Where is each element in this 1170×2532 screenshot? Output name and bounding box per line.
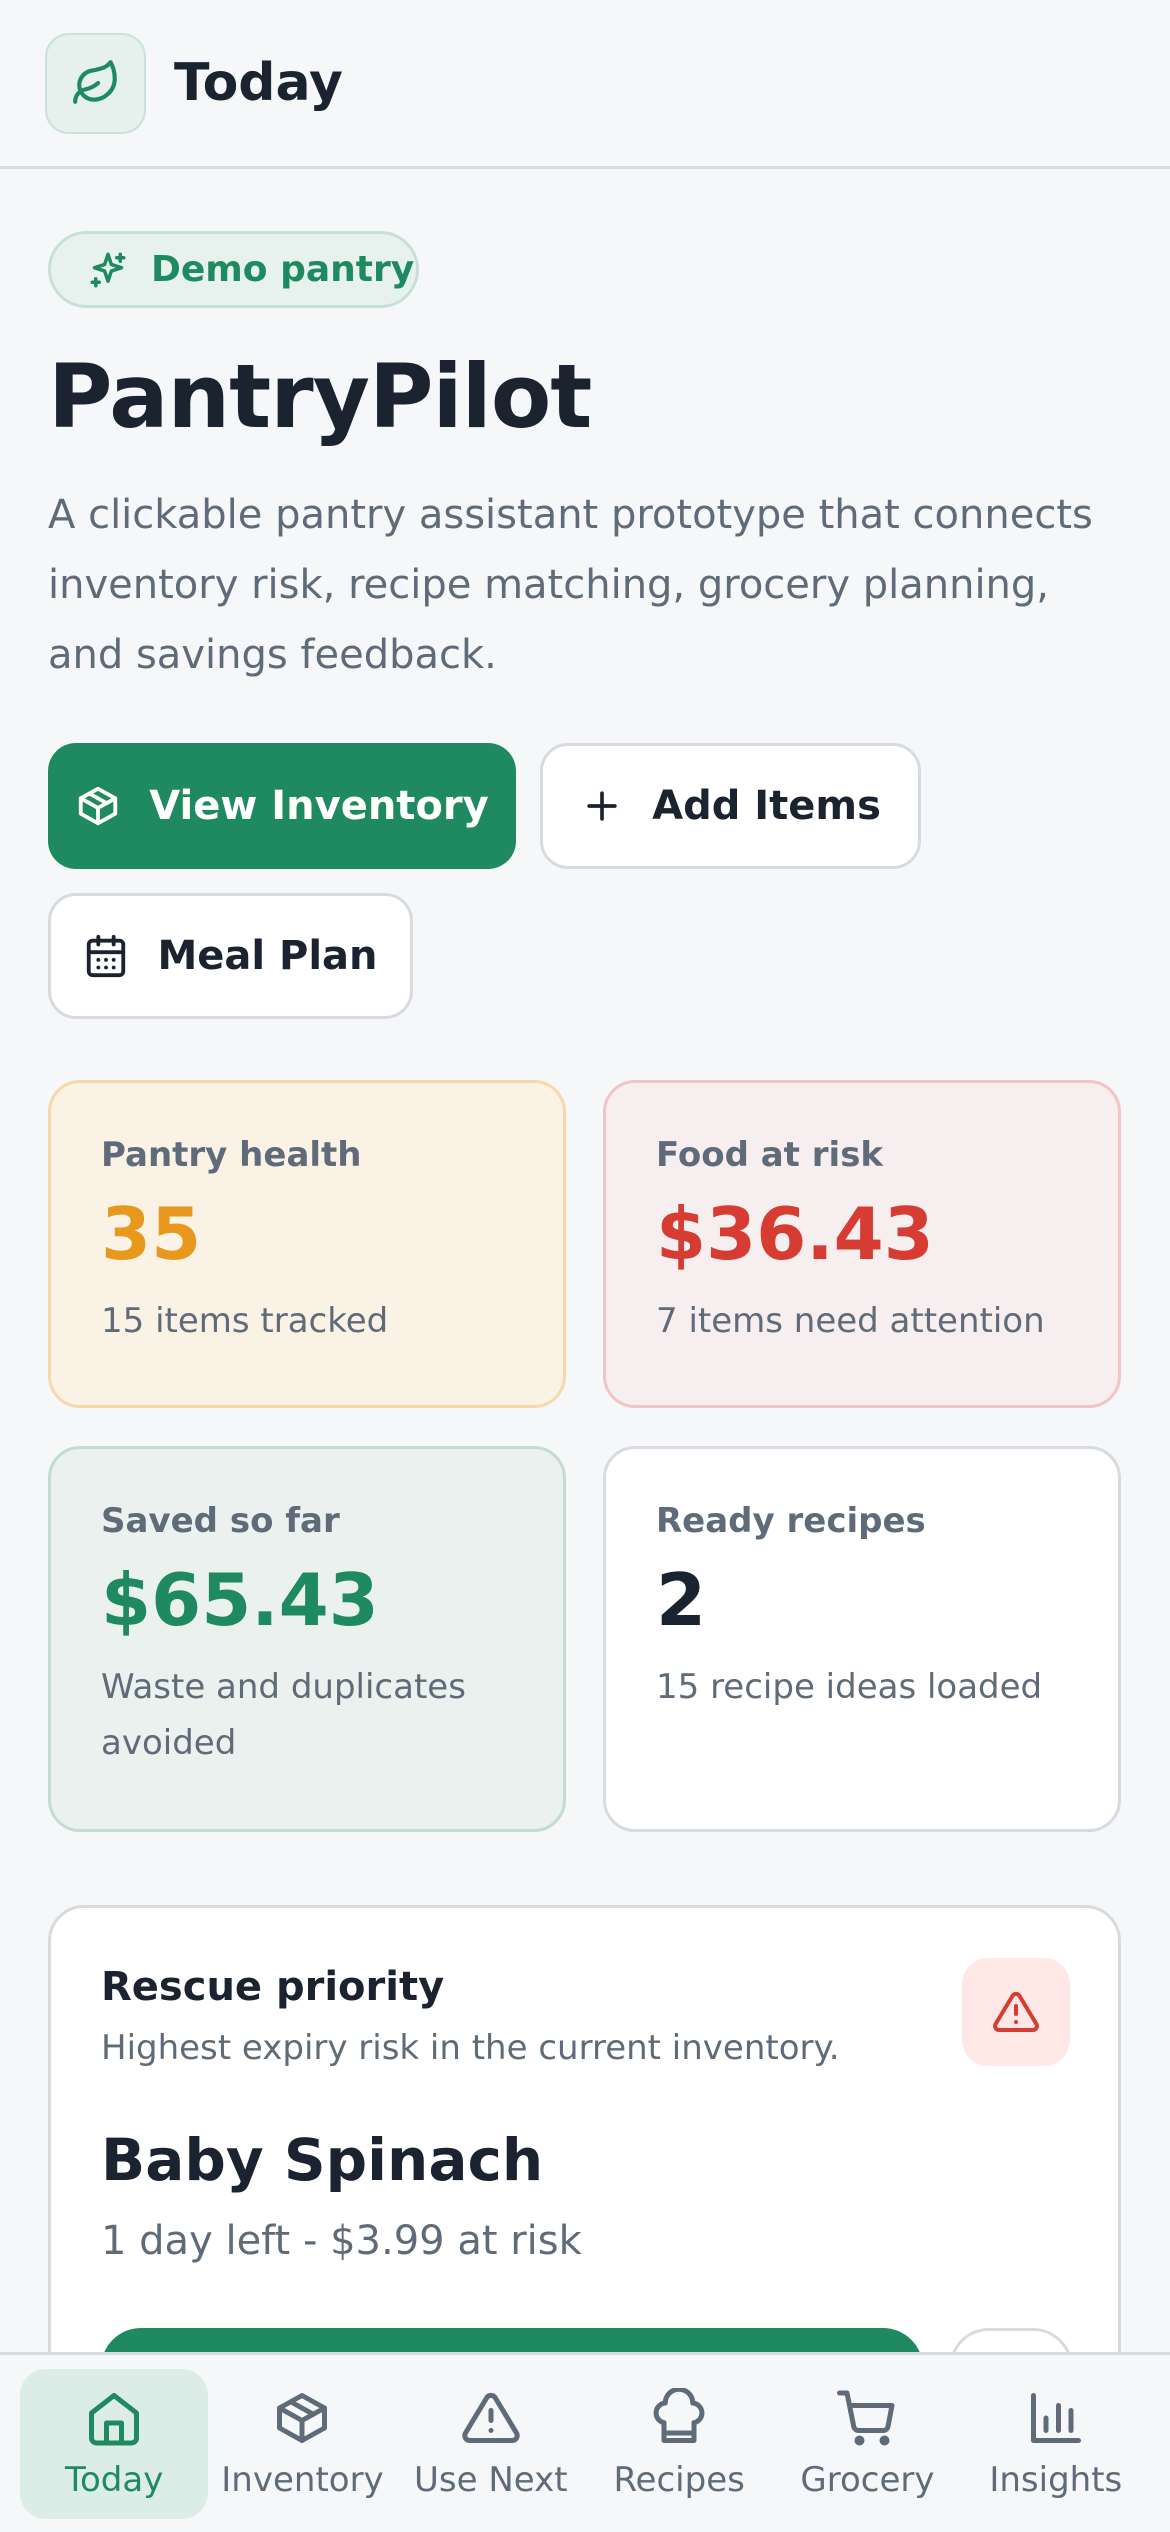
nav-label: Recipes: [613, 2459, 745, 2500]
nav-label: Grocery: [800, 2459, 935, 2500]
header-title: Today: [174, 53, 343, 113]
view-inventory-button[interactable]: View Inventory: [48, 743, 516, 869]
app-header: Today: [0, 0, 1170, 169]
sparkle-icon: [90, 252, 126, 287]
pantry-health-card[interactable]: Pantry health 35 15 items tracked: [48, 1080, 566, 1408]
nav-label: Today: [64, 2459, 164, 2500]
card-subtext: 15 recipe ideas loaded: [656, 1667, 1043, 1707]
nav-item-inventory[interactable]: Inventory: [208, 2369, 396, 2519]
card-subtext: 7 items need attention: [656, 1301, 1045, 1341]
calendar-icon: [87, 934, 126, 978]
card-label: Saved so far: [101, 1501, 340, 1541]
ready-recipes-card[interactable]: Ready recipes 2 15 recipe ideas loaded: [603, 1446, 1121, 1832]
rescue-item-meta: 1 day left - $3.99 at risk: [101, 2218, 582, 2264]
nav-label: Inventory: [221, 2459, 384, 2500]
meal-plan-label: Meal Plan: [157, 933, 378, 979]
nav-label: Insights: [989, 2459, 1123, 2500]
warning-icon: [462, 2392, 520, 2443]
tagline: A clickable pantry assistant prototype t…: [48, 492, 1093, 678]
nav-item-grocery[interactable]: Grocery: [773, 2369, 961, 2519]
card-label: Ready recipes: [656, 1501, 926, 1541]
card-subtext: 15 items tracked: [101, 1301, 389, 1341]
card-label: Food at risk: [656, 1135, 884, 1175]
chef-hat-icon: [653, 2387, 705, 2443]
bar-chart-icon: [1030, 2392, 1081, 2443]
nav-label: Use Next: [414, 2459, 568, 2500]
warning-icon: [993, 1991, 1039, 2032]
add-items-button[interactable]: Add Items: [540, 743, 921, 869]
app-name: PantryPilot: [48, 345, 592, 448]
card-value: $36.43: [656, 1192, 934, 1276]
badge-label: Demo pantry: [151, 249, 415, 290]
card-value: $65.43: [101, 1558, 379, 1642]
cart-icon: [837, 2390, 895, 2445]
rescue-item-name: Baby Spinach: [101, 2126, 544, 2194]
card-value: 2: [656, 1558, 707, 1642]
saved-so-far-card[interactable]: Saved so far $65.43 Waste and duplicates…: [48, 1446, 566, 1832]
nav-item-today[interactable]: Today: [20, 2368, 209, 2519]
rescue-subtitle: Highest expiry risk in the current inven…: [101, 2028, 840, 2068]
demo-pantry-badge[interactable]: Demo pantry: [48, 231, 419, 308]
nav-item-use-next[interactable]: Use Next: [397, 2369, 585, 2519]
leaf-icon: [72, 60, 117, 104]
logo-button[interactable]: [45, 32, 146, 134]
card-subtext: Waste and duplicates avoided: [101, 1667, 466, 1763]
meal-plan-button[interactable]: Meal Plan: [48, 893, 413, 1019]
box-icon: [277, 2392, 328, 2443]
view-inventory-label: View Inventory: [149, 783, 489, 829]
plus-icon: [587, 791, 617, 821]
add-items-label: Add Items: [652, 783, 881, 829]
food-at-risk-card[interactable]: Food at risk $36.43 7 items need attenti…: [603, 1080, 1121, 1408]
card-value: 35: [101, 1192, 202, 1276]
rescue-title: Rescue priority: [101, 1964, 445, 2010]
rescue-alert-badge: [962, 1958, 1070, 2066]
nav-item-recipes[interactable]: Recipes: [585, 2369, 773, 2519]
home-icon: [89, 2392, 140, 2445]
box-icon: [79, 786, 118, 826]
nav-item-insights[interactable]: Insights: [962, 2369, 1150, 2519]
card-label: Pantry health: [101, 1135, 362, 1175]
today-screen: Today Demo pantry PantryPilot A clickabl…: [0, 0, 1170, 2532]
bottom-nav: Today Inventory Use Next Recipes Grocery…: [0, 2352, 1170, 2532]
